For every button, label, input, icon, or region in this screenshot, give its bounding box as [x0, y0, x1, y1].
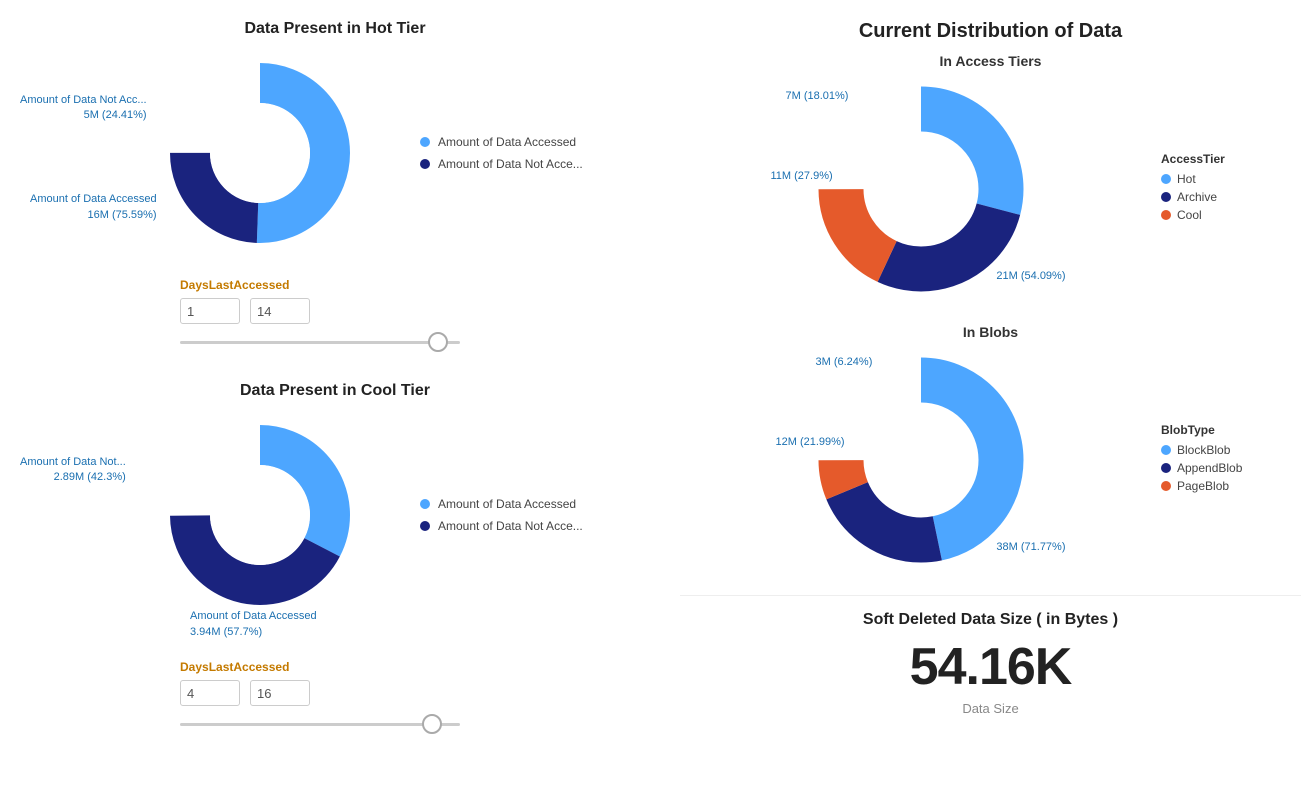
tiers-label-top: 7M (18.01%): [786, 89, 849, 104]
blobs-append-label: AppendBlob: [1177, 461, 1242, 475]
hot-tier-legend-item-0: Amount of Data Accessed: [420, 135, 583, 149]
tiers-legend-archive: Archive: [1161, 190, 1301, 204]
tiers-cool-label: Cool: [1177, 208, 1202, 222]
cool-tier-legend-item-1: Amount of Data Not Acce...: [420, 519, 583, 533]
hot-tier-thumb[interactable]: [428, 332, 448, 352]
hot-tier-section: Data Present in Hot Tier Amount of Data …: [10, 20, 660, 352]
hot-tier-donut: Amount of Data Not Acc... 5M (24.41%) Am…: [160, 53, 360, 253]
tiers-hot-dot: [1161, 174, 1171, 184]
blobs-legend-title: BlobType: [1161, 423, 1301, 437]
cool-tier-legend-dot-0: [420, 499, 430, 509]
tiers-legend-hot: Hot: [1161, 172, 1301, 186]
blobs-block-dot: [1161, 445, 1171, 455]
blobs-donut: 3M (6.24%) 12M (21.99%) 38M (71.77%): [806, 345, 1036, 575]
hot-tier-slider-inputs: [180, 298, 660, 324]
cool-tier-donut-svg: [160, 415, 360, 615]
hot-tier-legend-label-1: Amount of Data Not Acce...: [438, 157, 583, 171]
blobs-block-label: BlockBlob: [1177, 443, 1230, 457]
cool-tier-legend-label-1: Amount of Data Not Acce...: [438, 519, 583, 533]
cool-tier-legend-label-0: Amount of Data Accessed: [438, 497, 576, 511]
soft-deleted-section: Soft Deleted Data Size ( in Bytes ) 54.1…: [680, 595, 1301, 716]
tiers-archive-label: Archive: [1177, 190, 1217, 204]
hot-tier-legend-dot-1: [420, 159, 430, 169]
tiers-hot-label: Hot: [1177, 172, 1196, 186]
cool-tier-title: Data Present in Cool Tier: [10, 382, 660, 400]
hot-tier-not-accessed-label: Amount of Data Not Acc... 5M (24.41%): [20, 93, 147, 124]
tiers-legend-title: AccessTier: [1161, 152, 1301, 166]
cool-tier-legend: Amount of Data Accessed Amount of Data N…: [420, 497, 583, 533]
soft-deleted-value: 54.16K: [680, 637, 1301, 697]
hot-tier-legend-item-1: Amount of Data Not Acce...: [420, 157, 583, 171]
soft-deleted-subtitle: Data Size: [680, 701, 1301, 716]
in-blobs-section: 3M (6.24%) 12M (21.99%) 38M (71.77%) Blo…: [680, 345, 1301, 575]
blobs-legend: BlobType BlockBlob AppendBlob PageBlob: [1161, 423, 1301, 497]
blobs-label-top: 3M (6.24%): [816, 355, 873, 370]
in-access-tiers-title: In Access Tiers: [680, 53, 1301, 69]
cool-tier-slider-inputs: [180, 680, 660, 706]
cool-tier-slider-label: DaysLastAccessed: [180, 660, 660, 674]
cool-tier-min-input[interactable]: [180, 680, 240, 706]
blobs-legend-append: AppendBlob: [1161, 461, 1301, 475]
distribution-title: Current Distribution of Data: [680, 20, 1301, 43]
in-access-tiers-section: 7M (18.01%) 11M (27.9%) 21M (54.09%) Acc…: [680, 74, 1301, 304]
cool-tier-donut: Amount of Data Not... 2.89M (42.3%) Amou…: [160, 415, 360, 615]
cool-tier-section: Data Present in Cool Tier Amount of Data…: [10, 382, 660, 734]
hot-tier-donut-svg: [160, 53, 360, 253]
hot-tier-accessed-label: Amount of Data Accessed 16M (75.59%): [30, 192, 157, 223]
hot-tier-slider-label: DaysLastAccessed: [180, 278, 660, 292]
cool-tier-legend-item-0: Amount of Data Accessed: [420, 497, 583, 511]
cool-tier-slider-track[interactable]: [180, 714, 460, 734]
hot-tier-slider-section: DaysLastAccessed: [180, 278, 660, 352]
hot-tier-slider-track[interactable]: [180, 332, 460, 352]
soft-deleted-title: Soft Deleted Data Size ( in Bytes ): [680, 611, 1301, 629]
cool-tier-not-accessed-label: Amount of Data Not... 2.89M (42.3%): [20, 455, 126, 486]
tiers-archive-dot: [1161, 192, 1171, 202]
in-blobs-title: In Blobs: [680, 324, 1301, 340]
cool-tier-thumb[interactable]: [422, 714, 442, 734]
blobs-label-bottom: 38M (71.77%): [996, 540, 1065, 555]
blobs-page-dot: [1161, 481, 1171, 491]
tiers-label-left: 11M (27.9%): [771, 169, 833, 184]
hot-tier-min-input[interactable]: [180, 298, 240, 324]
tiers-legend: AccessTier Hot Archive Cool: [1161, 152, 1301, 226]
tiers-donut: 7M (18.01%) 11M (27.9%) 21M (54.09%): [806, 74, 1036, 304]
cool-tier-track-bg: [180, 723, 460, 726]
blobs-page-label: PageBlob: [1177, 479, 1229, 493]
blobs-legend-block: BlockBlob: [1161, 443, 1301, 457]
tiers-cool-dot: [1161, 210, 1171, 220]
cool-tier-max-input[interactable]: [250, 680, 310, 706]
hot-tier-title: Data Present in Hot Tier: [10, 20, 660, 38]
hot-tier-track-bg: [180, 341, 460, 344]
main-container: Data Present in Hot Tier Amount of Data …: [0, 0, 1311, 784]
blobs-append-dot: [1161, 463, 1171, 473]
cool-tier-slider-section: DaysLastAccessed: [180, 660, 660, 734]
cool-tier-legend-dot-1: [420, 521, 430, 531]
blobs-legend-page: PageBlob: [1161, 479, 1301, 493]
hot-tier-max-input[interactable]: [250, 298, 310, 324]
hot-tier-legend: Amount of Data Accessed Amount of Data N…: [420, 135, 583, 171]
tiers-label-bottom: 21M (54.09%): [996, 269, 1065, 284]
hot-tier-legend-label-0: Amount of Data Accessed: [438, 135, 576, 149]
hot-tier-legend-dot-0: [420, 137, 430, 147]
blobs-label-left: 12M (21.99%): [776, 435, 845, 450]
right-panel: Current Distribution of Data In Access T…: [660, 20, 1301, 764]
tiers-legend-cool: Cool: [1161, 208, 1301, 222]
left-panel: Data Present in Hot Tier Amount of Data …: [10, 20, 660, 764]
cool-tier-accessed-label: Amount of Data Accessed 3.94M (57.7%): [190, 609, 317, 640]
